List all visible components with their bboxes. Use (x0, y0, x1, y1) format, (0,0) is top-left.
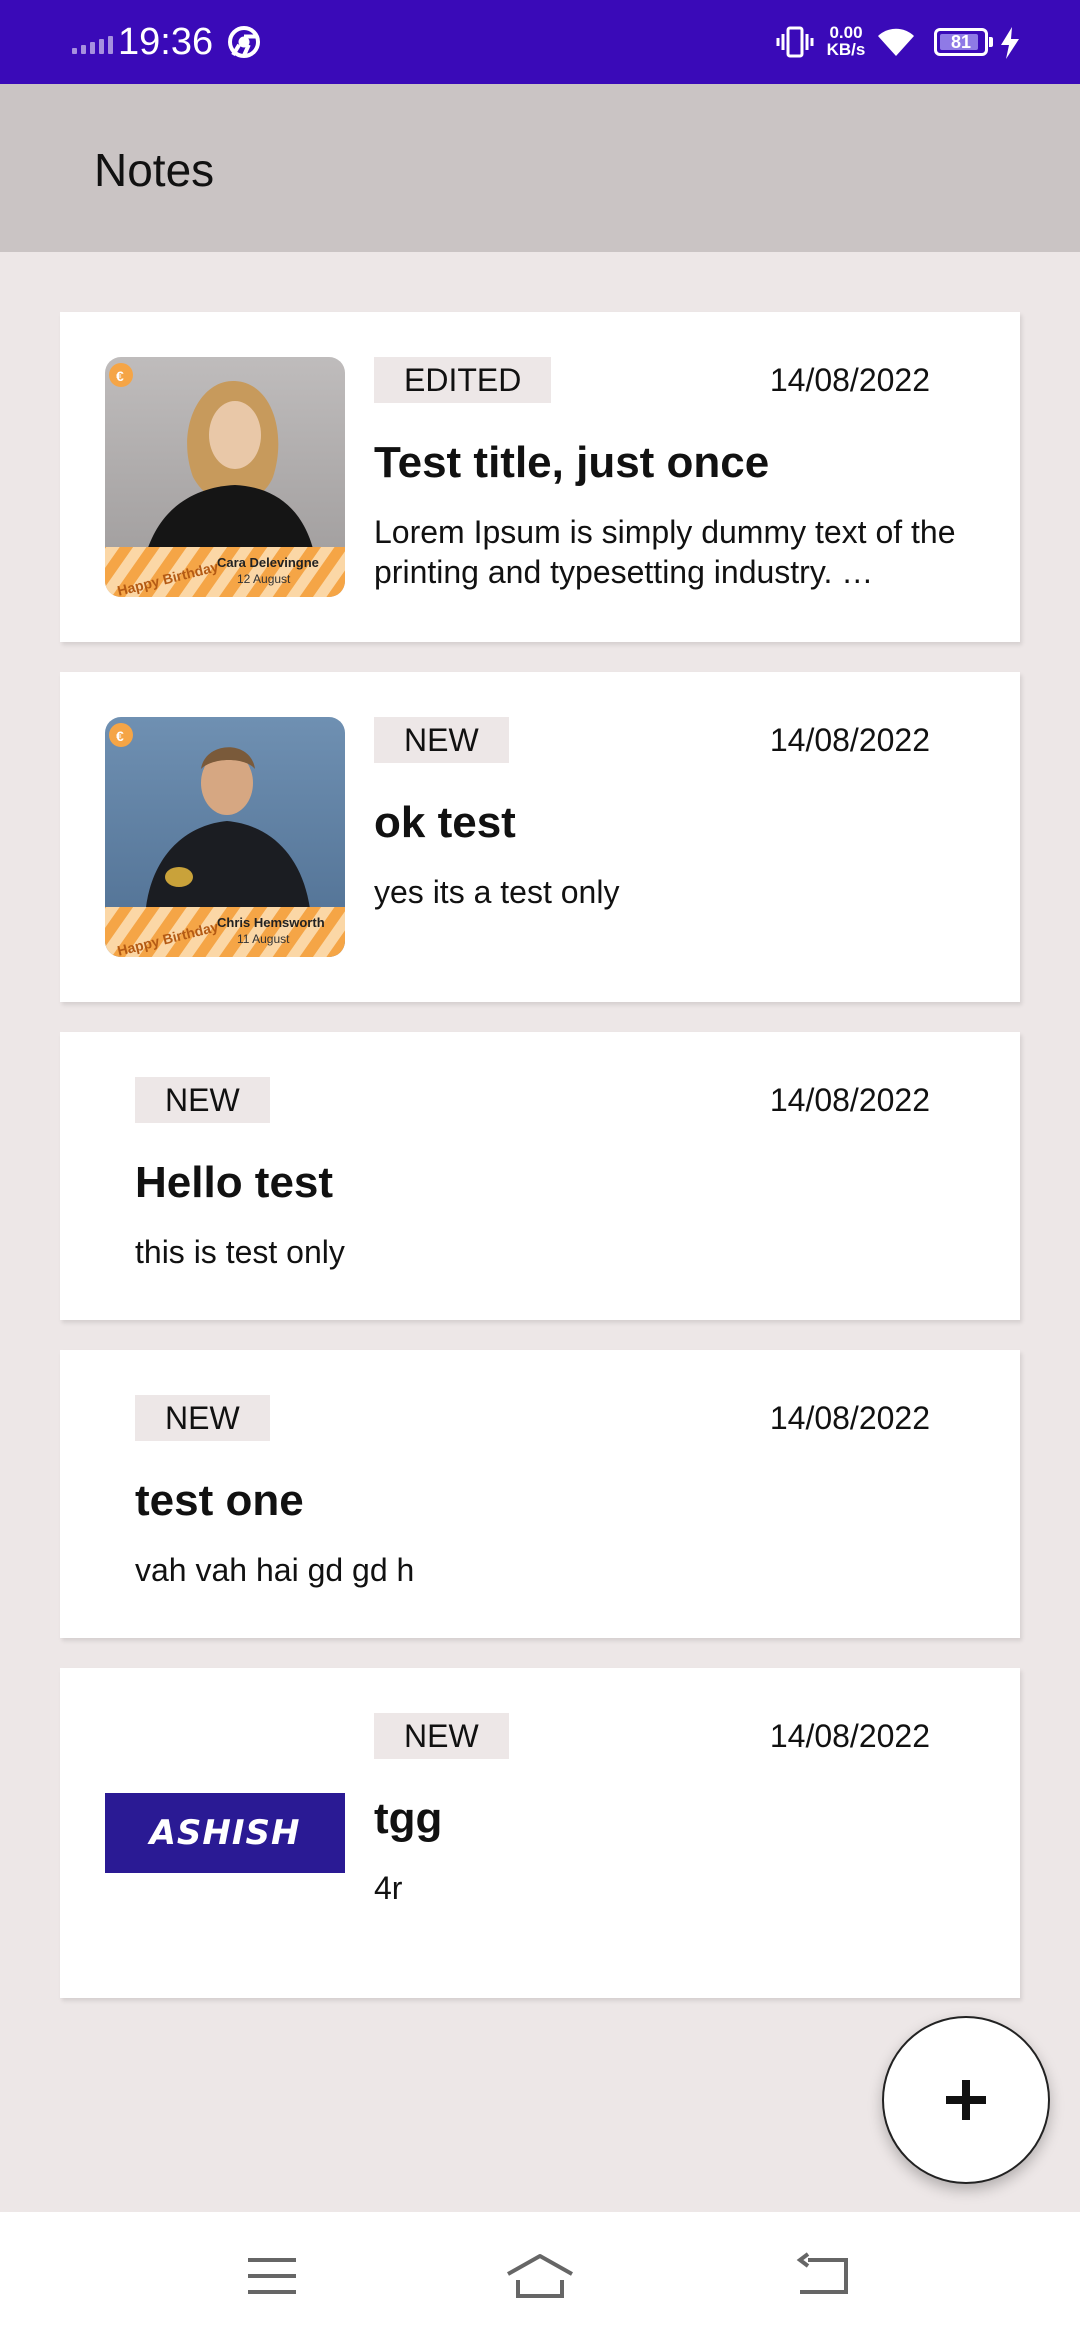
svg-text:€: € (116, 368, 124, 384)
system-nav-bar (0, 2212, 1080, 2340)
status-badge: EDITED (374, 357, 552, 403)
status-badge: NEW (135, 1077, 270, 1123)
back-icon (796, 2252, 848, 2294)
nav-home-button[interactable] (500, 2246, 580, 2306)
note-body: yes its a test only (374, 874, 620, 910)
status-bar: 19:36 0.00 KB/s 81 (0, 0, 1080, 84)
note-card[interactable]: Happy Birthday Chris Hemsworth 11 August… (60, 672, 1020, 1002)
note-card[interactable]: NEW 14/08/2022 test one vah vah hai gd g… (60, 1350, 1020, 1638)
battery-level: 81 (950, 32, 972, 52)
note-title: ok test (374, 798, 516, 847)
note-body: this is test only (135, 1234, 345, 1270)
note-title: tgg (374, 1794, 443, 1843)
note-date: 14/08/2022 (769, 1400, 930, 1436)
nav-back-button[interactable] (784, 2246, 864, 2306)
nav-menu-button[interactable] (232, 2246, 312, 2306)
chrome-icon (228, 26, 260, 58)
note-thumbnail-logo: ASHISH (105, 1793, 345, 1873)
note-card[interactable]: NEW 14/08/2022 Hello test this is test o… (60, 1032, 1020, 1320)
charging-icon (1001, 27, 1019, 59)
note-body: Lorem Ipsum is simply dummy text of the … (374, 514, 956, 590)
thumbnail-caption-date: 12 August (237, 572, 291, 586)
plus-icon (946, 2080, 986, 2120)
note-body: 4r (374, 1870, 403, 1906)
note-date: 14/08/2022 (769, 1082, 930, 1118)
note-title: Hello test (135, 1158, 334, 1207)
home-icon (507, 2254, 573, 2298)
network-speed: 0.00 KB/s (822, 24, 870, 58)
note-thumbnail: Happy Birthday Cara Delevingne 12 August… (105, 357, 345, 597)
thumbnail-caption-name: Cara Delevingne (217, 555, 319, 570)
note-card[interactable]: Happy Birthday Cara Delevingne 12 August… (60, 312, 1020, 642)
note-date: 14/08/2022 (769, 362, 930, 398)
note-card[interactable]: ASHISH NEW 14/08/2022 tgg 4r (60, 1668, 1020, 1998)
thumbnail-caption-name: Chris Hemsworth (217, 915, 325, 930)
battery-icon: 81 (934, 28, 993, 56)
note-body: vah vah hai gd gd h (135, 1552, 415, 1588)
status-badge: NEW (374, 1713, 509, 1759)
network-speed-value: 0.00 (829, 23, 863, 42)
signal-icon (72, 30, 113, 54)
svg-text:€: € (116, 728, 124, 744)
menu-icon (248, 2258, 296, 2294)
thumbnail-caption-date: 11 August (237, 932, 290, 946)
note-thumbnail: Happy Birthday Chris Hemsworth 11 August… (105, 717, 345, 957)
status-badge: NEW (135, 1395, 270, 1441)
page-title: Notes (94, 144, 215, 196)
add-note-button[interactable] (882, 2016, 1050, 2184)
note-date: 14/08/2022 (769, 1718, 930, 1754)
network-speed-unit: KB/s (826, 40, 866, 59)
status-badge: NEW (374, 717, 509, 763)
note-date: 14/08/2022 (769, 722, 930, 758)
vibrate-icon (776, 26, 814, 58)
status-time: 19:36 (118, 21, 214, 63)
app-bar: Notes (0, 84, 1080, 252)
note-title: Test title, just once (374, 438, 770, 487)
logo-text: ASHISH (149, 1813, 301, 1853)
note-title: test one (135, 1476, 304, 1525)
wifi-icon (878, 28, 914, 56)
